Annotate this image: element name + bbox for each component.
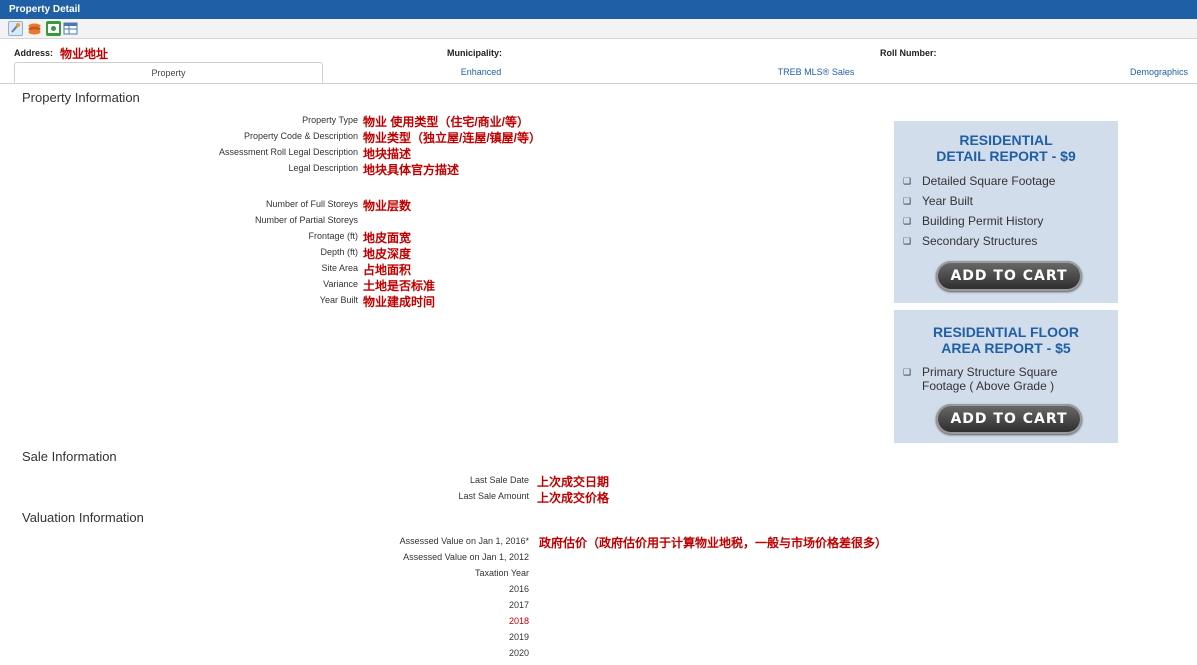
municipality-label: Municipality: — [447, 48, 503, 58]
field-label: Number of Partial Storeys — [254, 215, 358, 225]
taxation-year: 2016 — [508, 584, 529, 594]
field-value: 占地面积 — [363, 263, 412, 277]
list-item: Year Built — [903, 191, 1055, 211]
promo-residential-floor-area-report: RESIDENTIAL FLOOR AREA REPORT - $5 Prima… — [894, 310, 1118, 443]
promo-feature-list: Primary Structure Square Footage ( Above… — [903, 365, 1057, 393]
tab-property[interactable]: Property — [14, 62, 323, 83]
field-label: Depth (ft) — [320, 247, 358, 257]
field-value: 物业建成时间 — [363, 295, 436, 309]
field-value: 上次成交日期 — [537, 475, 610, 489]
list-item: Secondary Structures — [903, 231, 1055, 251]
field-label: Assessed Value on Jan 1, 2016* — [399, 536, 529, 546]
window-title-bar: Property Detail — [0, 0, 1197, 19]
list-item: Footage ( Above Grade ) — [922, 379, 1055, 393]
field-label: Site Area — [321, 263, 358, 273]
field-label: Legal Description — [288, 163, 358, 173]
tab-demographics[interactable]: Demographics — [1120, 62, 1197, 83]
field-label: Frontage (ft) — [308, 231, 358, 241]
header-row: Address: 物业地址 Municipality: Roll Number: — [0, 46, 1197, 61]
field-value: 地皮深度 — [363, 247, 412, 261]
field-label: Taxation Year — [474, 568, 529, 578]
roll-number-label: Roll Number: — [880, 48, 937, 58]
field-label: Last Sale Date — [469, 475, 529, 485]
photo-icon[interactable] — [46, 21, 61, 36]
promo-title-line2: DETAIL REPORT - $9 — [936, 148, 1076, 164]
sale-info-title: Sale Information — [22, 449, 117, 464]
taxation-year: 2017 — [508, 600, 529, 610]
promo-title-line1: RESIDENTIAL FLOOR — [933, 324, 1079, 340]
pin-icon[interactable] — [8, 21, 23, 36]
field-label: Variance — [323, 279, 358, 289]
taxation-year: 2018 — [508, 616, 529, 626]
taxation-year: 2019 — [508, 632, 529, 642]
promo-residential-detail-report: RESIDENTIAL DETAIL REPORT - $9 Detailed … — [894, 121, 1118, 303]
toolbar — [0, 19, 1197, 39]
field-value: 地块描述 — [363, 147, 412, 161]
field-label: Assessed Value on Jan 1, 2012 — [403, 552, 529, 562]
promo-title: RESIDENTIAL FLOOR AREA REPORT - $5 — [894, 324, 1118, 356]
table-icon[interactable] — [63, 21, 78, 36]
valuation-info-title: Valuation Information — [22, 510, 144, 525]
promo-feature-list: Detailed Square Footage Year Built Build… — [903, 171, 1056, 251]
field-value: 地皮面宽 — [363, 231, 412, 245]
list-item: Building Permit History — [903, 211, 1055, 231]
tab-treb-mls-sales[interactable]: TREB MLS® Sales — [756, 62, 876, 83]
field-label: Property Type — [302, 115, 358, 125]
add-to-cart-button[interactable]: ADD TO CART — [936, 261, 1082, 291]
field-value: 地块具体官方描述 — [363, 163, 460, 177]
taxation-year: 2020 — [508, 648, 529, 658]
window-title: Property Detail — [9, 4, 81, 15]
field-value: 上次成交价格 — [537, 491, 610, 505]
field-label: Year Built — [319, 295, 358, 305]
field-label: Property Code & Description — [243, 131, 358, 141]
tab-bar: Property Enhanced TREB MLS® Sales Demogr… — [0, 62, 1197, 84]
address-value: 物业地址 — [60, 47, 109, 61]
layers-icon[interactable] — [27, 21, 42, 36]
address-label: Address: — [14, 48, 54, 58]
tab-enhanced[interactable]: Enhanced — [431, 62, 531, 83]
field-value: 物业层数 — [363, 199, 412, 213]
property-info-title: Property Information — [22, 90, 140, 105]
add-to-cart-button[interactable]: ADD TO CART — [936, 404, 1082, 434]
list-item: Primary Structure Square — [903, 365, 1057, 379]
field-value: 物业 使用类型（住宅/商业/等） — [363, 115, 530, 129]
field-value: 政府估价（政府估价用于计算物业地税，一般与市场价格差很多） — [539, 536, 888, 550]
field-label: Number of Full Storeys — [265, 199, 358, 209]
list-item: Detailed Square Footage — [903, 171, 1056, 191]
field-label: Last Sale Amount — [458, 491, 529, 501]
promo-title-line1: RESIDENTIAL — [959, 132, 1053, 148]
promo-title-line2: AREA REPORT - $5 — [941, 340, 1071, 356]
field-value: 土地是否标准 — [363, 279, 436, 293]
promo-title: RESIDENTIAL DETAIL REPORT - $9 — [894, 132, 1118, 164]
field-label: Assessment Roll Legal Description — [218, 147, 358, 157]
field-value: 物业类型（独立屋/连屋/镇屋/等） — [363, 131, 542, 145]
